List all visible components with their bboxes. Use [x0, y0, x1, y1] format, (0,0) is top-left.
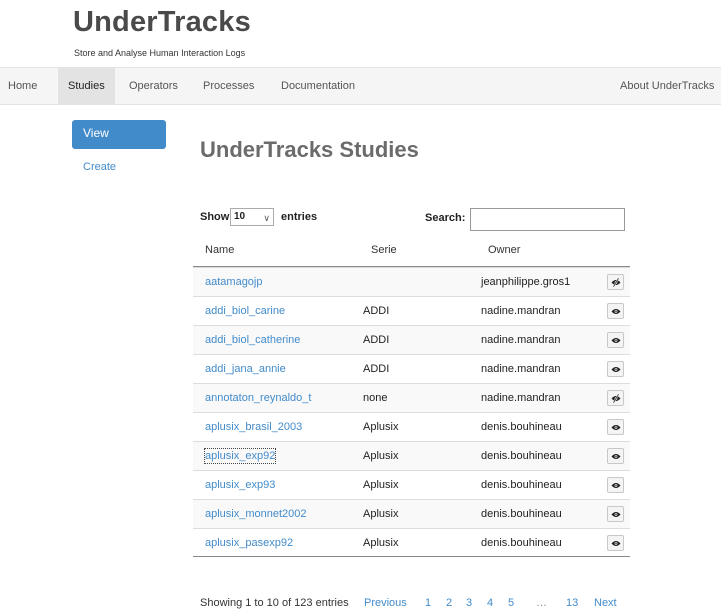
visibility-toggle-button[interactable] [607, 332, 624, 348]
column-header-name[interactable]: Name [205, 244, 234, 256]
visibility-toggle-button[interactable] [607, 361, 624, 377]
study-name-link[interactable]: aplusix_exp93 [205, 471, 275, 499]
table-row: annotaton_reynaldo_t none nadine.mandran [193, 383, 630, 412]
table-row: addi_biol_carine ADDI nadine.mandran [193, 296, 630, 325]
main-navbar: Home Studies Operators Processes Documen… [0, 67, 721, 105]
study-owner: denis.bouhineau [481, 508, 562, 520]
study-owner: nadine.mandran [481, 363, 561, 375]
create-link[interactable]: Create [83, 161, 116, 173]
study-serie: Aplusix [363, 479, 399, 491]
eye-icon [611, 483, 621, 488]
search-label: Search: [425, 212, 466, 224]
table-row: addi_jana_annie ADDI nadine.mandran [193, 354, 630, 383]
study-owner: denis.bouhineau [481, 421, 562, 433]
pagination-ellipsis: … [536, 597, 547, 609]
table-info: Showing 1 to 10 of 123 entries [200, 597, 349, 609]
eye-icon [611, 512, 621, 517]
pagination-next[interactable]: Next [594, 597, 617, 609]
study-owner: denis.bouhineau [481, 537, 562, 549]
study-owner: nadine.mandran [481, 305, 561, 317]
study-owner: denis.bouhineau [481, 479, 562, 491]
eye-slash-icon [611, 394, 621, 403]
search-input[interactable] [470, 208, 625, 231]
pagination-previous[interactable]: Previous [364, 597, 407, 609]
table-row: aplusix_exp92 Aplusix denis.bouhineau [193, 441, 630, 470]
study-name-link[interactable]: aplusix_exp92 [203, 448, 277, 464]
study-serie: ADDI [363, 334, 390, 346]
visibility-toggle-button[interactable] [607, 303, 624, 319]
study-owner: denis.bouhineau [481, 450, 562, 462]
table-row: addi_biol_catherine ADDI nadine.mandran [193, 325, 630, 354]
eye-icon [611, 367, 621, 372]
visibility-toggle-button[interactable] [607, 506, 624, 522]
show-label: Show [200, 211, 230, 223]
study-name-link[interactable]: annotaton_reynaldo_t [205, 384, 311, 412]
study-owner: jeanphilippe.gros1 [481, 276, 571, 288]
study-serie: Aplusix [363, 421, 399, 433]
visibility-toggle-button[interactable] [607, 390, 624, 406]
pagination-page-3[interactable]: 3 [466, 597, 472, 609]
pagination-page-4[interactable]: 4 [487, 597, 493, 609]
nav-about[interactable]: About UnderTracks [620, 68, 714, 104]
column-header-serie[interactable]: Serie [371, 244, 397, 256]
visibility-toggle-button[interactable] [607, 419, 624, 435]
eye-slash-icon [611, 278, 621, 287]
pagination-page-2[interactable]: 2 [446, 597, 452, 609]
pagination-page-5[interactable]: 5 [508, 597, 514, 609]
study-name-link[interactable]: aplusix_brasil_2003 [205, 413, 302, 441]
study-name-link[interactable]: addi_biol_carine [205, 297, 285, 325]
entries-length-select[interactable]: 10 ∨ [230, 208, 274, 226]
page-title: UnderTracks Studies [200, 137, 419, 162]
entries-label: entries [281, 211, 318, 223]
table-row: aatamagojp jeanphilippe.gros1 [193, 267, 630, 296]
table-row: aplusix_brasil_2003 Aplusix denis.bouhin… [193, 412, 630, 441]
study-serie: Aplusix [363, 537, 399, 549]
column-header-owner[interactable]: Owner [488, 244, 520, 256]
eye-icon [611, 425, 621, 430]
pagination-page-13[interactable]: 13 [566, 597, 578, 609]
study-name-link[interactable]: aatamagojp [205, 268, 263, 296]
nav-processes[interactable]: Processes [203, 68, 254, 104]
eye-icon [611, 454, 621, 459]
study-serie: Aplusix [363, 450, 399, 462]
nav-documentation[interactable]: Documentation [281, 68, 355, 104]
nav-home[interactable]: Home [8, 68, 37, 104]
entries-length-value: 10 [234, 211, 246, 222]
nav-operators[interactable]: Operators [129, 68, 178, 104]
study-serie: none [363, 392, 388, 404]
eye-icon [611, 309, 621, 314]
site-title: UnderTracks [73, 6, 251, 38]
nav-studies[interactable]: Studies [58, 68, 115, 104]
pagination-page-1[interactable]: 1 [425, 597, 431, 609]
study-serie: Aplusix [363, 508, 399, 520]
chevron-down-icon: ∨ [263, 213, 270, 223]
study-owner: nadine.mandran [481, 392, 561, 404]
visibility-toggle-button[interactable] [607, 535, 624, 551]
eye-icon [611, 541, 621, 546]
study-name-link[interactable]: addi_jana_annie [205, 355, 286, 383]
study-name-link[interactable]: aplusix_monnet2002 [205, 500, 307, 528]
study-name-link[interactable]: addi_biol_catherine [205, 326, 300, 354]
visibility-toggle-button[interactable] [607, 274, 624, 290]
study-serie: ADDI [363, 363, 390, 375]
site-subtitle: Store and Analyse Human Interaction Logs [74, 48, 246, 58]
table-row: aplusix_monnet2002 Aplusix denis.bouhine… [193, 499, 630, 528]
eye-icon [611, 338, 621, 343]
visibility-toggle-button[interactable] [607, 477, 624, 493]
study-name-link[interactable]: aplusix_pasexp92 [205, 529, 293, 557]
table-row: aplusix_pasexp92 Aplusix denis.bouhineau [193, 528, 630, 557]
visibility-toggle-button[interactable] [607, 448, 624, 464]
study-owner: nadine.mandran [481, 334, 561, 346]
table-row: aplusix_exp93 Aplusix denis.bouhineau [193, 470, 630, 499]
view-button[interactable]: View [72, 120, 166, 149]
study-serie: ADDI [363, 305, 390, 317]
